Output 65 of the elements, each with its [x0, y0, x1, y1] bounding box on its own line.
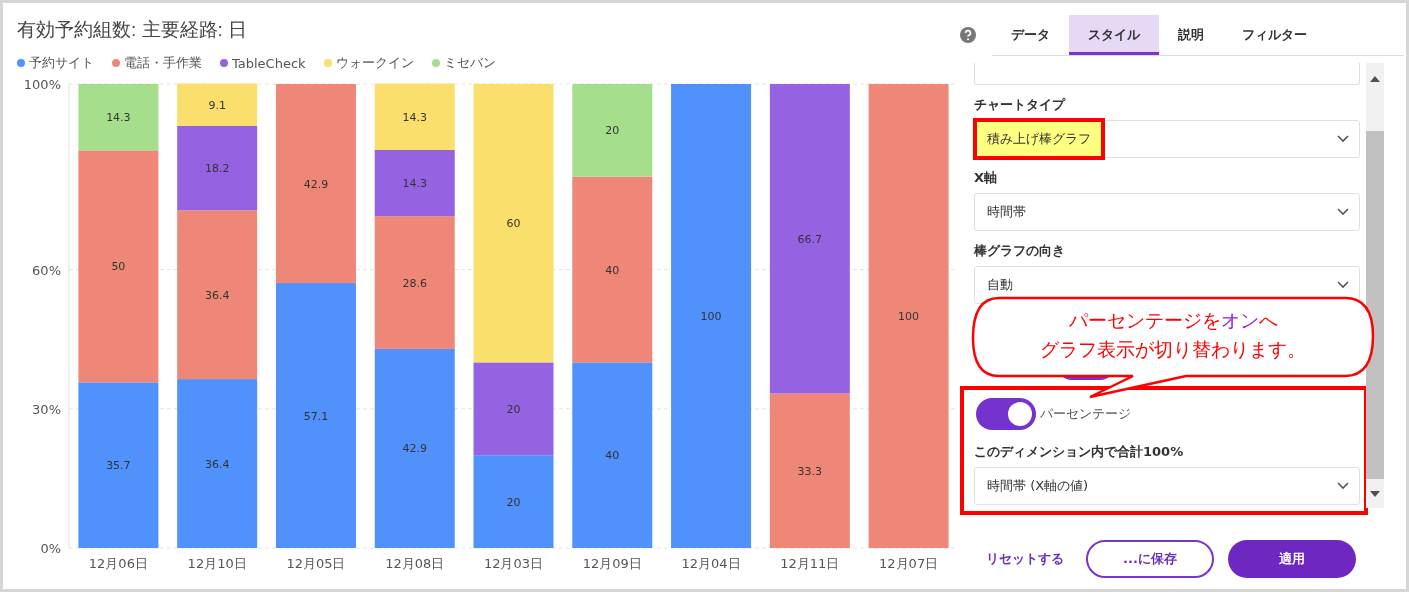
legend-label: 電話・手作業: [124, 54, 202, 72]
field-label: 棒グラフの向き: [974, 242, 1066, 260]
x-tick-label: 12月07日: [879, 556, 939, 571]
x-tick-label: 12月06日: [88, 556, 148, 571]
data-label: 36.4: [204, 288, 230, 302]
chevron-icon: [1337, 482, 1349, 490]
toggle-label: パーセンテージ: [1040, 405, 1131, 423]
data-label: 36.4: [204, 457, 230, 471]
y-tick-label: 0%: [40, 541, 61, 556]
help-icon[interactable]: [960, 27, 976, 43]
x-tick-label: 12月09日: [582, 556, 642, 571]
tab[interactable]: フィルター: [1223, 15, 1326, 55]
tab[interactable]: スタイル: [1069, 15, 1159, 55]
data-label: 20: [506, 402, 521, 416]
data-label: 35.7: [106, 459, 131, 473]
toggle-switch[interactable]: [976, 398, 1036, 430]
data-label: 40: [605, 263, 620, 277]
data-label: 28.6: [402, 276, 427, 290]
legend-label: TableCheck: [232, 55, 306, 71]
field-label: チャートタイプ: [974, 96, 1067, 114]
x-tick-label: 12月11日: [780, 556, 840, 571]
data-label: 20: [605, 124, 620, 138]
legend-label: ミセバン: [443, 54, 496, 72]
data-label: 50: [111, 260, 126, 274]
legend-label: ウォークイン: [335, 54, 414, 72]
data-label: 42.9: [402, 442, 427, 456]
data-label: 14.3: [402, 110, 427, 124]
data-label: 42.9: [303, 177, 329, 191]
x-tick-label: 12月10日: [187, 556, 247, 571]
data-label: 14.3: [106, 111, 131, 125]
data-label: 60: [506, 217, 521, 231]
data-label: 100: [700, 310, 722, 323]
tab[interactable]: 説明: [1159, 15, 1223, 55]
legend-label: 予約サイト: [29, 54, 94, 72]
reset-link[interactable]: リセットする: [978, 540, 1072, 578]
data-label: 33.3: [797, 464, 823, 478]
y-tick-label: 60%: [32, 262, 61, 278]
apply-button[interactable]: 適用: [1228, 540, 1356, 578]
x-tick-label: 12月03日: [483, 556, 544, 571]
x-tick-label: 12月04日: [681, 556, 741, 571]
y-tick-label: 30%: [32, 401, 61, 417]
scrollbar[interactable]: [1366, 63, 1384, 508]
y-tick-label: 100%: [23, 77, 61, 92]
data-label: 9.1: [208, 98, 226, 112]
x-tick-label: 12月08日: [385, 556, 445, 571]
dropdown[interactable]: 時間帯: [974, 193, 1360, 231]
x-tick-label: 12月05日: [286, 556, 346, 571]
chevron-icon: [1337, 135, 1349, 143]
data-label: 100: [898, 310, 920, 323]
data-label: 20: [506, 495, 521, 509]
tab[interactable]: データ: [992, 15, 1069, 55]
chart-title: 有効予約組数: 主要経路: 日: [16, 18, 249, 42]
data-label: 57.1: [303, 409, 329, 423]
save-button[interactable]: ...に保存: [1086, 540, 1214, 578]
data-label: 14.3: [402, 177, 427, 191]
field-label: このディメンション内で合計100%: [974, 443, 1185, 461]
dropdown[interactable]: 時間帯 (X軸の値): [974, 467, 1360, 505]
callout-text: パーセンテージをオンへ グラフ表示が切り替わります。: [1040, 308, 1306, 362]
field-label: X軸: [974, 169, 999, 187]
data-label: 66.7: [797, 232, 823, 246]
dropdown[interactable]: 積み上げ棒グラフ: [974, 120, 1360, 158]
data-label: 18.2: [204, 162, 230, 175]
chevron-icon: [1337, 208, 1349, 216]
chevron-icon: [1337, 281, 1349, 289]
data-label: 40: [605, 449, 620, 463]
